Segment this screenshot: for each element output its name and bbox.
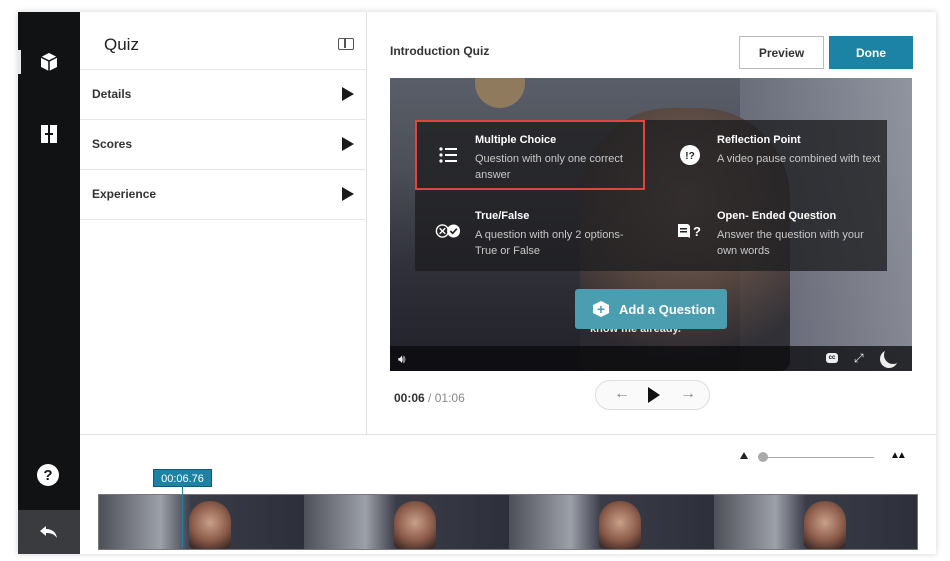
current-time: 00:06 bbox=[394, 391, 425, 405]
thumbnail-face bbox=[394, 501, 436, 549]
question-type-menu: Multiple Choice Question with only one c… bbox=[415, 120, 887, 271]
thumbnail-face bbox=[804, 501, 846, 549]
playback-controls: ← → bbox=[595, 380, 710, 410]
expand-arrow-icon[interactable] bbox=[342, 137, 354, 151]
thumbnail-strip[interactable] bbox=[98, 494, 918, 550]
panel-row-scores[interactable]: Scores bbox=[80, 120, 366, 170]
timeline: ▲▲ 00:06.76 bbox=[80, 434, 936, 554]
fullscreen-icon[interactable]: ⤢ bbox=[854, 351, 864, 366]
playhead[interactable] bbox=[182, 480, 183, 548]
left-rail: ? bbox=[18, 12, 80, 554]
option-multiple-choice[interactable]: Multiple Choice Question with only one c… bbox=[415, 120, 645, 190]
expand-arrow-icon[interactable] bbox=[342, 87, 354, 101]
option-desc: A video pause combined with text bbox=[717, 153, 881, 165]
true-false-icon bbox=[435, 218, 461, 244]
undo-button[interactable] bbox=[18, 510, 80, 554]
svg-text:?: ? bbox=[693, 224, 701, 239]
add-question-label: Add a Question bbox=[619, 301, 716, 317]
expand-arrow-icon[interactable] bbox=[342, 187, 354, 201]
panel-header: Quiz bbox=[80, 12, 366, 70]
undo-icon bbox=[40, 526, 57, 538]
list-icon bbox=[435, 142, 461, 168]
panel-row-details[interactable]: Details bbox=[80, 70, 366, 120]
cc-icon[interactable]: cc bbox=[826, 353, 838, 363]
cube-icon[interactable] bbox=[18, 42, 80, 82]
thumbnail-frame bbox=[304, 495, 509, 549]
question-exclaim-icon: !? bbox=[677, 142, 703, 168]
zoom-slider[interactable]: ▲▲ bbox=[740, 449, 910, 465]
option-true-false[interactable]: True/False A question with only 2 option… bbox=[415, 196, 645, 266]
option-desc: Question with only one correct answer bbox=[475, 153, 623, 181]
option-desc: A question with only 2 options- True or … bbox=[475, 229, 624, 257]
thumbnail-face bbox=[599, 501, 641, 549]
settings-panel: Quiz Details Scores Experience bbox=[80, 12, 367, 434]
main-area: Introduction Quiz Preview Done Multiple … bbox=[367, 12, 936, 434]
total-time: 01:06 bbox=[434, 391, 465, 405]
option-desc: Answer the question with your own words bbox=[717, 229, 864, 257]
svg-text:!?: !? bbox=[685, 151, 694, 162]
zoom-in-icon[interactable]: ▲▲ bbox=[890, 450, 907, 461]
video-lamp bbox=[475, 78, 525, 108]
panel-row-label: Scores bbox=[92, 137, 133, 151]
option-title: Reflection Point bbox=[717, 134, 801, 146]
video-player[interactable]: Multiple Choice Question with only one c… bbox=[390, 78, 912, 371]
quiz-title: Introduction Quiz bbox=[390, 44, 490, 58]
night-mode-icon[interactable] bbox=[884, 346, 902, 364]
option-reflection-point[interactable]: !? Reflection Point A video pause combin… bbox=[657, 120, 887, 190]
thumbnail-frame bbox=[99, 495, 304, 549]
panel-row-label: Details bbox=[92, 87, 132, 101]
help-icon[interactable]: ? bbox=[37, 464, 59, 486]
panel-row-experience[interactable]: Experience bbox=[80, 170, 366, 220]
thumbnail-frame bbox=[714, 495, 917, 549]
video-control-bar: 🔊︎ cc ⤢ bbox=[390, 346, 912, 371]
option-title: Open- Ended Question bbox=[717, 210, 837, 222]
preview-button[interactable]: Preview bbox=[739, 36, 824, 69]
volume-icon[interactable]: 🔊︎ bbox=[398, 352, 406, 367]
thumbnail-frame bbox=[509, 495, 714, 549]
panel-toggle-icon[interactable] bbox=[338, 38, 354, 50]
panel-title: Quiz bbox=[104, 35, 139, 54]
panel-row-label: Experience bbox=[92, 187, 157, 201]
thumbnail-face bbox=[189, 501, 231, 549]
option-title: True/False bbox=[475, 210, 530, 222]
option-title: Multiple Choice bbox=[475, 134, 557, 146]
time-separator: / bbox=[428, 391, 432, 405]
next-arrow-icon[interactable]: → bbox=[680, 385, 696, 403]
playback-time: 00:06 / 01:06 bbox=[394, 391, 465, 405]
zoom-knob[interactable] bbox=[758, 452, 768, 462]
quiz-editor-window: ? Quiz Details Scores Experience Introdu… bbox=[18, 12, 936, 554]
chapters-icon[interactable] bbox=[18, 114, 80, 154]
play-icon[interactable] bbox=[648, 387, 660, 403]
zoom-out-icon[interactable] bbox=[740, 452, 748, 459]
add-question-button[interactable]: + Add a Question bbox=[575, 289, 727, 329]
option-open-ended[interactable]: ? Open- Ended Question Answer the questi… bbox=[657, 196, 887, 266]
zoom-track bbox=[758, 457, 874, 458]
previous-arrow-icon[interactable]: ← bbox=[614, 385, 630, 403]
open-ended-icon: ? bbox=[677, 218, 703, 244]
done-button[interactable]: Done bbox=[829, 36, 913, 69]
plus-icon: + bbox=[593, 301, 609, 317]
